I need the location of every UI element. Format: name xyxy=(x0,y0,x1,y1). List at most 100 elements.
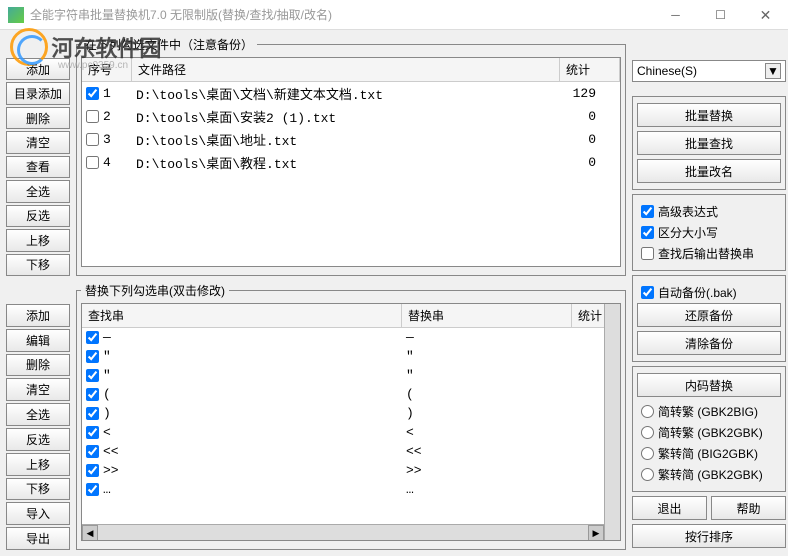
col-header-repl[interactable]: 替换串 xyxy=(402,304,572,327)
row-checkbox[interactable] xyxy=(86,407,99,420)
exit-button[interactable]: 退出 xyxy=(632,496,707,520)
right-panel: Chinese(S) ▼ 批量替换 批量查找 批量改名 高级表达式 区分大小写 … xyxy=(632,36,786,550)
rule-buttons-column: 添加 编辑 删除 清空 全选 反选 上移 下移 导入 导出 xyxy=(6,282,70,550)
clear-backup-button[interactable]: 清除备份 xyxy=(637,331,781,355)
scroll-left-icon[interactable]: ◀ xyxy=(82,525,98,541)
rule-export-button[interactable]: 导出 xyxy=(6,527,70,550)
file-stat: 0 xyxy=(556,155,616,170)
file-row[interactable]: 3D:\tools\桌面\地址.txt0 xyxy=(82,128,620,151)
rule-row[interactable]: "" xyxy=(82,347,620,366)
file-row[interactable]: 4D:\tools\桌面\教程.txt0 xyxy=(82,151,620,174)
rule-invert-button[interactable]: 反选 xyxy=(6,428,70,451)
row-checkbox[interactable] xyxy=(86,156,99,169)
rule-delete-button[interactable]: 删除 xyxy=(6,354,70,377)
replace-string: " xyxy=(406,368,556,383)
maximize-button[interactable]: ☐ xyxy=(698,0,743,30)
rule-row[interactable]: (( xyxy=(82,385,620,404)
rule-list[interactable]: 查找串 替换串 统计 ——""""(())<<<<<<>>>>…… ◀ ▶ xyxy=(81,303,621,541)
language-select[interactable]: Chinese(S) ▼ xyxy=(632,60,786,82)
minimize-button[interactable]: ─ xyxy=(653,0,698,30)
batch-rename-button[interactable]: 批量改名 xyxy=(637,159,781,183)
sort-by-line-button[interactable]: 按行排序 xyxy=(632,524,786,548)
row-checkbox[interactable] xyxy=(86,426,99,439)
row-checkbox[interactable] xyxy=(86,133,99,146)
row-checkbox[interactable] xyxy=(86,87,99,100)
scroll-right-icon[interactable]: ▶ xyxy=(588,525,604,541)
auto-backup-checkbox[interactable]: 自动备份(.bak) xyxy=(637,282,781,303)
enc-radio-4[interactable]: 繁转简 (GBK2GBK) xyxy=(637,464,781,485)
rule-row[interactable]: <<<< xyxy=(82,442,620,461)
vertical-scrollbar[interactable] xyxy=(604,304,620,540)
rule-row[interactable]: )) xyxy=(82,404,620,423)
file-list-legend: 在下列勾选文件中（注意备份） xyxy=(81,36,257,53)
batch-find-button[interactable]: 批量查找 xyxy=(637,131,781,155)
file-stat: 0 xyxy=(556,109,616,124)
select-all-button[interactable]: 全选 xyxy=(6,180,70,202)
file-row[interactable]: 1D:\tools\桌面\文档\新建文本文档.txt129 xyxy=(82,82,620,105)
replace-string: << xyxy=(406,444,556,459)
replace-string: >> xyxy=(406,463,556,478)
horizontal-scrollbar[interactable]: ◀ ▶ xyxy=(82,524,604,540)
file-list[interactable]: 序号 文件路径 统计 1D:\tools\桌面\文档\新建文本文档.txt129… xyxy=(81,57,621,267)
replace-string: ) xyxy=(406,406,556,421)
enc-radio-1[interactable]: 简转繁 (GBK2BIG) xyxy=(637,401,781,422)
rule-clear-button[interactable]: 清空 xyxy=(6,378,70,401)
file-buttons-column: 添加 目录添加 删除 清空 查看 全选 反选 上移 下移 xyxy=(6,36,70,276)
move-down-button[interactable]: 下移 xyxy=(6,254,70,276)
col-header-find[interactable]: 查找串 xyxy=(82,304,402,327)
rule-select-all-button[interactable]: 全选 xyxy=(6,403,70,426)
clear-button[interactable]: 清空 xyxy=(6,131,70,153)
add-button[interactable]: 添加 xyxy=(6,58,70,80)
rule-add-button[interactable]: 添加 xyxy=(6,304,70,327)
file-row[interactable]: 2D:\tools\桌面\安装2 (1).txt0 xyxy=(82,105,620,128)
rule-row[interactable]: …… xyxy=(82,480,620,499)
row-checkbox[interactable] xyxy=(86,445,99,458)
dropdown-icon: ▼ xyxy=(765,63,781,79)
rule-row[interactable]: —— xyxy=(82,328,620,347)
col-header-stat[interactable]: 统计 xyxy=(560,58,620,81)
col-header-seq[interactable]: 序号 xyxy=(82,58,132,81)
row-checkbox[interactable] xyxy=(86,350,99,363)
replace-string: — xyxy=(406,330,556,345)
row-checkbox[interactable] xyxy=(86,483,99,496)
file-path: D:\tools\桌面\文档\新建文本文档.txt xyxy=(136,84,556,103)
file-path: D:\tools\桌面\地址.txt xyxy=(136,130,556,149)
file-stat: 129 xyxy=(556,86,616,101)
enc-radio-2[interactable]: 简转繁 (GBK2GBK) xyxy=(637,422,781,443)
rule-edit-button[interactable]: 编辑 xyxy=(6,329,70,352)
output-after-checkbox[interactable]: 查找后输出替换串 xyxy=(637,243,781,264)
view-button[interactable]: 查看 xyxy=(6,156,70,178)
find-string: ) xyxy=(103,406,111,421)
row-checkbox[interactable] xyxy=(86,464,99,477)
row-checkbox[interactable] xyxy=(86,331,99,344)
rule-row[interactable]: << xyxy=(82,423,620,442)
replace-string: < xyxy=(406,425,556,440)
rule-row[interactable]: "" xyxy=(82,366,620,385)
add-dir-button[interactable]: 目录添加 xyxy=(6,82,70,104)
app-icon xyxy=(8,7,24,23)
file-path: D:\tools\桌面\教程.txt xyxy=(136,153,556,172)
invert-button[interactable]: 反选 xyxy=(6,205,70,227)
adv-expr-checkbox[interactable]: 高级表达式 xyxy=(637,201,781,222)
rule-row[interactable]: >>>> xyxy=(82,461,620,480)
rule-list-legend: 替换下列勾选串(双击修改) xyxy=(81,282,229,299)
restore-backup-button[interactable]: 还原备份 xyxy=(637,303,781,327)
close-button[interactable]: ✕ xyxy=(743,0,788,30)
help-button[interactable]: 帮助 xyxy=(711,496,786,520)
delete-button[interactable]: 删除 xyxy=(6,107,70,129)
move-up-button[interactable]: 上移 xyxy=(6,229,70,251)
find-string: < xyxy=(103,425,111,440)
row-checkbox[interactable] xyxy=(86,388,99,401)
case-sens-checkbox[interactable]: 区分大小写 xyxy=(637,222,781,243)
rule-move-down-button[interactable]: 下移 xyxy=(6,478,70,501)
row-checkbox[interactable] xyxy=(86,369,99,382)
rule-move-up-button[interactable]: 上移 xyxy=(6,453,70,476)
rule-import-button[interactable]: 导入 xyxy=(6,502,70,525)
row-checkbox[interactable] xyxy=(86,110,99,123)
encoding-replace-button[interactable]: 内码替换 xyxy=(637,373,781,397)
enc-radio-3[interactable]: 繁转简 (BIG2GBK) xyxy=(637,443,781,464)
col-header-path[interactable]: 文件路径 xyxy=(132,58,560,81)
batch-replace-button[interactable]: 批量替换 xyxy=(637,103,781,127)
file-path: D:\tools\桌面\安装2 (1).txt xyxy=(136,107,556,126)
replace-string: " xyxy=(406,349,556,364)
